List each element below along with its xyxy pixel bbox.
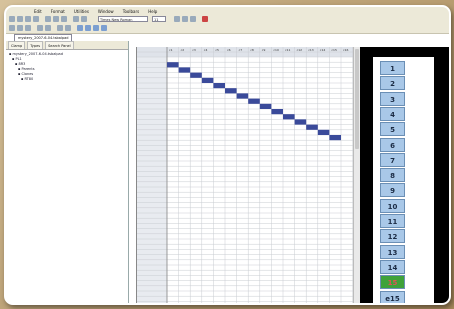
paste-icon[interactable] bbox=[61, 16, 67, 22]
column-header: c16 bbox=[343, 48, 349, 52]
underline-icon[interactable] bbox=[190, 16, 196, 22]
column-header: c11 bbox=[285, 48, 291, 52]
sequence-item[interactable]: 9 bbox=[380, 183, 405, 198]
left-panel-tabs: Clamp Types Search Panel bbox=[6, 41, 128, 50]
scrollbar-thumb[interactable] bbox=[355, 49, 359, 149]
align-left-icon[interactable] bbox=[9, 25, 15, 31]
menu-item-utilities[interactable]: Utilities bbox=[74, 9, 89, 14]
column-header: c6 bbox=[227, 48, 231, 52]
tab-clamp[interactable]: Clamp bbox=[8, 41, 26, 49]
sequence-item[interactable]: 5 bbox=[380, 122, 405, 137]
view-3-icon[interactable] bbox=[93, 25, 99, 31]
column-header: c2 bbox=[181, 48, 185, 52]
column-header: c10 bbox=[273, 48, 279, 52]
column-header: c15 bbox=[331, 48, 337, 52]
toolbar-format bbox=[6, 24, 449, 34]
sequence-item[interactable]: 15 bbox=[380, 275, 405, 290]
sequence-item[interactable]: 7 bbox=[380, 152, 405, 167]
grid-icon[interactable] bbox=[57, 25, 63, 31]
column-header: c14 bbox=[320, 48, 326, 52]
filled-cell bbox=[306, 124, 318, 130]
menu-item-window[interactable]: Window bbox=[98, 9, 114, 14]
redo-icon[interactable] bbox=[81, 16, 87, 22]
menu-item-toolbars[interactable]: Toolbars bbox=[123, 9, 140, 14]
view-4-icon[interactable] bbox=[101, 25, 107, 31]
sequence-list: 1 2 3 4 5 6 7 8 9 10 11 12 13 14 15 e15 bbox=[373, 57, 434, 303]
sequence-item[interactable]: 14 bbox=[380, 259, 405, 274]
column-header: c3 bbox=[192, 48, 196, 52]
sequence-item[interactable]: 8 bbox=[380, 168, 405, 183]
print-icon[interactable] bbox=[33, 16, 39, 22]
sequence-item[interactable]: 3 bbox=[380, 91, 405, 106]
filled-cell bbox=[213, 83, 225, 89]
menu-item-format[interactable]: Format bbox=[51, 9, 65, 14]
bold-icon[interactable] bbox=[174, 16, 180, 22]
filled-cell bbox=[271, 109, 283, 115]
spreadsheet-grid[interactable]: c1 c2 c3 c4 c5 c6 c7 c8 c9 c10 c11 c12 c13 c14 c15 c16 bbox=[136, 47, 361, 303]
column-header: c13 bbox=[308, 48, 314, 52]
menu-item-help[interactable]: Help bbox=[148, 9, 157, 14]
font-select[interactable]: Times New Roman bbox=[98, 16, 148, 22]
column-header: c8 bbox=[250, 48, 254, 52]
sequence-item[interactable]: 13 bbox=[380, 244, 405, 259]
column-header: c12 bbox=[297, 48, 303, 52]
insert-row-icon[interactable] bbox=[37, 25, 43, 31]
filled-cell bbox=[236, 93, 249, 99]
italic-icon[interactable] bbox=[182, 16, 188, 22]
column-header: c9 bbox=[262, 48, 266, 52]
copy-icon[interactable] bbox=[53, 16, 59, 22]
sequence-item[interactable]: 12 bbox=[380, 229, 405, 244]
vertical-scrollbar[interactable] bbox=[353, 47, 360, 303]
sequence-item[interactable]: 2 bbox=[380, 76, 405, 91]
left-panel: Clamp Types Search Panel ▪ mystery_2007-6-… bbox=[6, 41, 129, 303]
menu-item-edit[interactable]: Edit bbox=[34, 9, 42, 14]
fill-icon[interactable] bbox=[65, 25, 71, 31]
filled-cell bbox=[329, 135, 341, 141]
filled-cell bbox=[283, 114, 295, 120]
column-header: c7 bbox=[239, 48, 243, 52]
filled-cell bbox=[178, 67, 191, 73]
filled-cell bbox=[201, 77, 214, 83]
column-header: c1 bbox=[169, 48, 173, 52]
new-file-icon[interactable] bbox=[9, 16, 15, 22]
filled-cell bbox=[167, 62, 179, 68]
filled-cell bbox=[248, 98, 260, 104]
tab-search-panel[interactable]: Search Panel bbox=[45, 41, 74, 49]
open-file-icon[interactable] bbox=[17, 16, 23, 22]
save-icon[interactable] bbox=[25, 16, 31, 22]
filled-cell bbox=[225, 88, 237, 94]
highlight-color-icon[interactable] bbox=[202, 16, 208, 22]
sequence-item[interactable]: 1 bbox=[380, 61, 405, 75]
view-1-icon[interactable] bbox=[77, 25, 83, 31]
sequence-item[interactable]: e15 bbox=[380, 290, 405, 303]
menu-bar: Edit Format Utilities Window Toolbars Help bbox=[6, 7, 449, 15]
tree-item[interactable]: ▪ RT80 bbox=[9, 77, 125, 82]
tab-types[interactable]: Types bbox=[27, 41, 44, 49]
sequence-item[interactable]: 4 bbox=[380, 106, 405, 121]
font-size-select[interactable]: 11 bbox=[152, 16, 166, 22]
filled-cell bbox=[294, 119, 307, 125]
column-header: c5 bbox=[215, 48, 219, 52]
filled-cell bbox=[190, 72, 202, 78]
column-header: c4 bbox=[204, 48, 208, 52]
filled-cell bbox=[317, 129, 330, 135]
view-2-icon[interactable] bbox=[85, 25, 91, 31]
align-right-icon[interactable] bbox=[25, 25, 31, 31]
sequence-item[interactable]: 6 bbox=[380, 137, 405, 152]
grid-canvas[interactable]: c1 c2 c3 c4 c5 c6 c7 c8 c9 c10 c11 c12 c13 c14 c15 c16 bbox=[137, 47, 354, 303]
insert-column-icon[interactable] bbox=[45, 25, 51, 31]
sequence-item[interactable]: 10 bbox=[380, 198, 405, 213]
undo-icon[interactable] bbox=[73, 16, 79, 22]
row-header bbox=[137, 57, 167, 303]
sequence-panel: 1 2 3 4 5 6 7 8 9 10 11 12 13 14 15 e15 bbox=[360, 47, 449, 303]
application-window: Edit Format Utilities Window Toolbars Help Ti… bbox=[4, 5, 451, 305]
sequence-item[interactable]: 11 bbox=[380, 214, 405, 228]
filled-cell bbox=[259, 103, 272, 109]
cut-icon[interactable] bbox=[45, 16, 51, 22]
align-center-icon[interactable] bbox=[17, 25, 23, 31]
tree-view: ▪ mystery_2007-6-04.tsbalpad ▪ PL1 ▪ 8R3 ▪ … bbox=[6, 50, 128, 84]
